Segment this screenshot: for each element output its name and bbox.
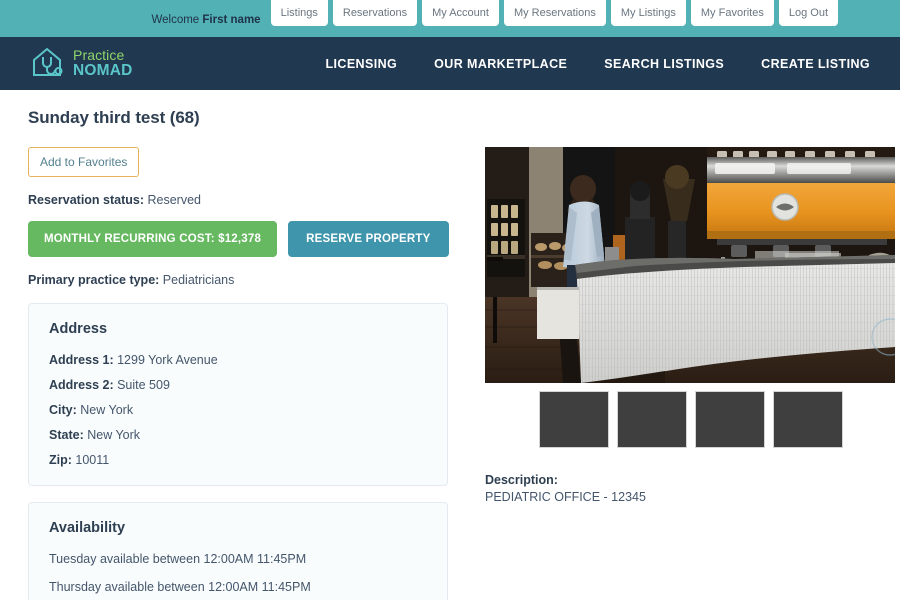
- state-label: State:: [49, 428, 84, 442]
- listing-info-column: Add to Favorites Reservation status: Res…: [28, 147, 449, 600]
- util-link-my-account[interactable]: My Account: [422, 0, 499, 26]
- address-row-city: City: New York: [49, 403, 427, 417]
- description-label: Description:: [485, 473, 558, 487]
- zip-label: Zip:: [49, 453, 72, 467]
- main-navbar: Practice NOMAD LICENSING OUR MARKETPLACE…: [0, 37, 900, 90]
- city-value: New York: [80, 403, 134, 417]
- content-columns: Add to Favorites Reservation status: Res…: [28, 147, 895, 600]
- site-logo[interactable]: Practice NOMAD: [30, 45, 133, 82]
- primary-practice-type-value: Pediatricians: [162, 273, 235, 287]
- availability-card-title: Availability: [49, 520, 126, 536]
- availability-card: Availability Tuesday available between 1…: [28, 502, 448, 600]
- logo-word-practice: Practice: [73, 47, 125, 64]
- address-row-address2: Address 2: Suite 509: [49, 378, 427, 392]
- address2-label: Address 2:: [49, 378, 114, 392]
- logo-word-nomad: NOMAD: [73, 62, 133, 80]
- page-title: Sunday third test (68): [28, 108, 200, 127]
- util-link-my-reservations[interactable]: My Reservations: [503, 0, 606, 26]
- welcome-prefix: Welcome: [151, 13, 200, 26]
- welcome-text: Welcome First name: [151, 14, 260, 26]
- utility-bar: Welcome First name Listings Reservations…: [0, 0, 900, 37]
- welcome-user-name: First name: [202, 13, 261, 26]
- primary-nav: LICENSING OUR MARKETPLACE SEARCH LISTING…: [325, 57, 870, 71]
- add-to-favorites-button[interactable]: Add to Favorites: [28, 147, 140, 177]
- primary-practice-type: Primary practice type: Pediatricians: [28, 273, 448, 287]
- utility-links: Listings Reservations My Account My Rese…: [270, 0, 838, 26]
- availability-row-thursday: Thursday available between 12:00AM 11:45…: [49, 580, 311, 594]
- thumbnail-2[interactable]: [617, 391, 687, 448]
- reservation-status-value: Reserved: [147, 193, 202, 207]
- logo-wordmark: Practice NOMAD: [73, 48, 133, 79]
- action-button-row: MONTHLY RECURRING COST: $12,378 RESERVE …: [28, 221, 449, 257]
- nav-link-licensing[interactable]: LICENSING: [325, 57, 397, 71]
- util-link-listings[interactable]: Listings: [270, 0, 328, 26]
- nav-link-search-listings[interactable]: SEARCH LISTINGS: [604, 57, 724, 71]
- address-row-zip: Zip: 10011: [49, 453, 427, 467]
- util-link-my-listings[interactable]: My Listings: [610, 0, 686, 26]
- thumbnail-3[interactable]: [695, 391, 765, 448]
- thumbnail-1[interactable]: [539, 391, 609, 448]
- description-block: Description: PEDIATRIC OFFICE - 12345: [485, 473, 895, 504]
- address-row-address1: Address 1: 1299 York Avenue: [49, 353, 427, 367]
- nav-link-create-listing[interactable]: CREATE LISTING: [761, 57, 870, 71]
- address1-label: Address 1:: [49, 353, 114, 367]
- listing-detail-page: Sunday third test (68) Add to Favorites …: [0, 90, 900, 600]
- description-text: PEDIATRIC OFFICE - 12345: [485, 490, 646, 504]
- util-link-my-favorites[interactable]: My Favorites: [690, 0, 774, 26]
- nav-link-our-marketplace[interactable]: OUR MARKETPLACE: [434, 57, 567, 71]
- address2-value: Suite 509: [117, 378, 170, 392]
- reserve-property-button[interactable]: RESERVE PROPERTY: [288, 221, 449, 257]
- city-label: City:: [49, 403, 77, 417]
- reservation-status: Reservation status: Reserved: [28, 193, 448, 207]
- address-row-state: State: New York: [49, 428, 427, 442]
- util-link-reservations[interactable]: Reservations: [332, 0, 418, 26]
- monthly-recurring-cost-button[interactable]: MONTHLY RECURRING COST: $12,378: [28, 221, 278, 257]
- primary-practice-type-label: Primary practice type:: [28, 273, 160, 287]
- reservation-status-label: Reservation status:: [28, 193, 145, 207]
- address-card-title: Address: [49, 321, 108, 337]
- address1-value: 1299 York Avenue: [117, 353, 218, 367]
- state-value: New York: [87, 428, 141, 442]
- thumbnail-strip: [485, 383, 895, 465]
- main-listing-photo[interactable]: [485, 147, 895, 383]
- listing-gallery-column: Description: PEDIATRIC OFFICE - 12345: [485, 147, 895, 600]
- zip-value: 10011: [75, 453, 110, 467]
- address-card: Address Address 1: 1299 York Avenue Addr…: [28, 303, 448, 486]
- availability-row-tuesday: Tuesday available between 12:00AM 11:45P…: [49, 552, 307, 566]
- util-link-log-out[interactable]: Log Out: [778, 0, 838, 26]
- house-stethoscope-icon: [30, 45, 66, 82]
- thumbnail-4[interactable]: [773, 391, 843, 448]
